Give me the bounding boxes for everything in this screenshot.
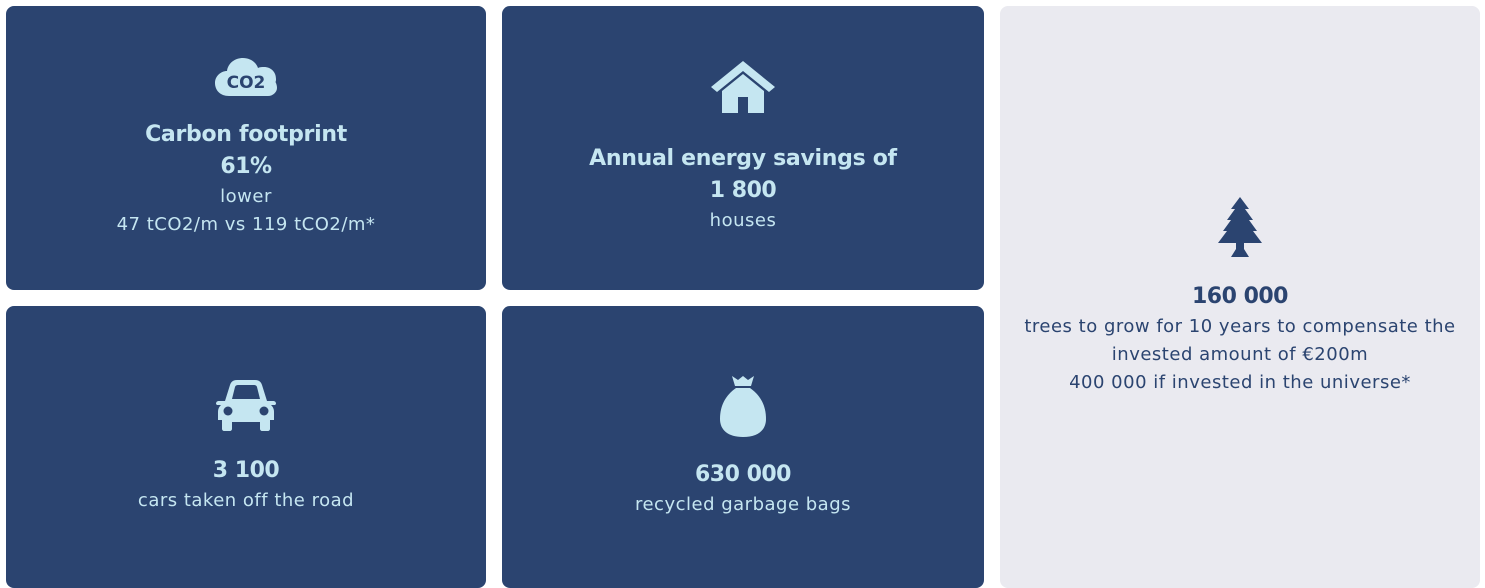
trees-desc-line3: 400 000 if invested in the universe* — [1069, 372, 1411, 393]
energy-title: Annual energy savings of — [589, 146, 897, 171]
impact-stats-grid: CO2 Carbon footprint 61% lower 47 tCO2/m… — [0, 0, 1485, 588]
garbage-bags-card: 630 000 recycled garbage bags — [502, 306, 984, 588]
energy-value: 1 800 — [709, 178, 777, 203]
energy-desc: houses — [709, 210, 777, 231]
house-icon — [711, 61, 775, 113]
carbon-desc-comparison: 47 tCO2/m vs 119 tCO2/m* — [116, 214, 376, 235]
carbon-footprint-card: CO2 Carbon footprint 61% lower 47 tCO2/m… — [6, 6, 486, 290]
cars-value: 3 100 — [212, 458, 280, 483]
trees-value: 160 000 — [1191, 284, 1289, 309]
carbon-value: 61% — [220, 154, 272, 179]
carbon-title: Carbon footprint — [145, 122, 347, 147]
cars-desc: cars taken off the road — [137, 490, 355, 511]
trees-card: 160 000 trees to grow for 10 years to co… — [1000, 6, 1480, 588]
co2-cloud-icon: CO2 — [215, 58, 277, 96]
carbon-desc-lower: lower — [220, 186, 272, 207]
cars-card: 3 100 cars taken off the road — [6, 306, 486, 588]
trees-desc-line1: trees to grow for 10 years to compensate… — [1024, 316, 1456, 337]
bags-value: 630 000 — [694, 462, 792, 487]
garbage-bag-icon — [720, 376, 766, 437]
car-icon — [216, 380, 276, 431]
energy-savings-card: Annual energy savings of 1 800 houses — [502, 6, 984, 290]
tree-icon — [1218, 197, 1262, 257]
bags-desc: recycled garbage bags — [634, 494, 852, 515]
trees-desc-line2: invested amount of €200m — [1111, 344, 1369, 365]
co2-icon-label: CO2 — [227, 73, 266, 93]
